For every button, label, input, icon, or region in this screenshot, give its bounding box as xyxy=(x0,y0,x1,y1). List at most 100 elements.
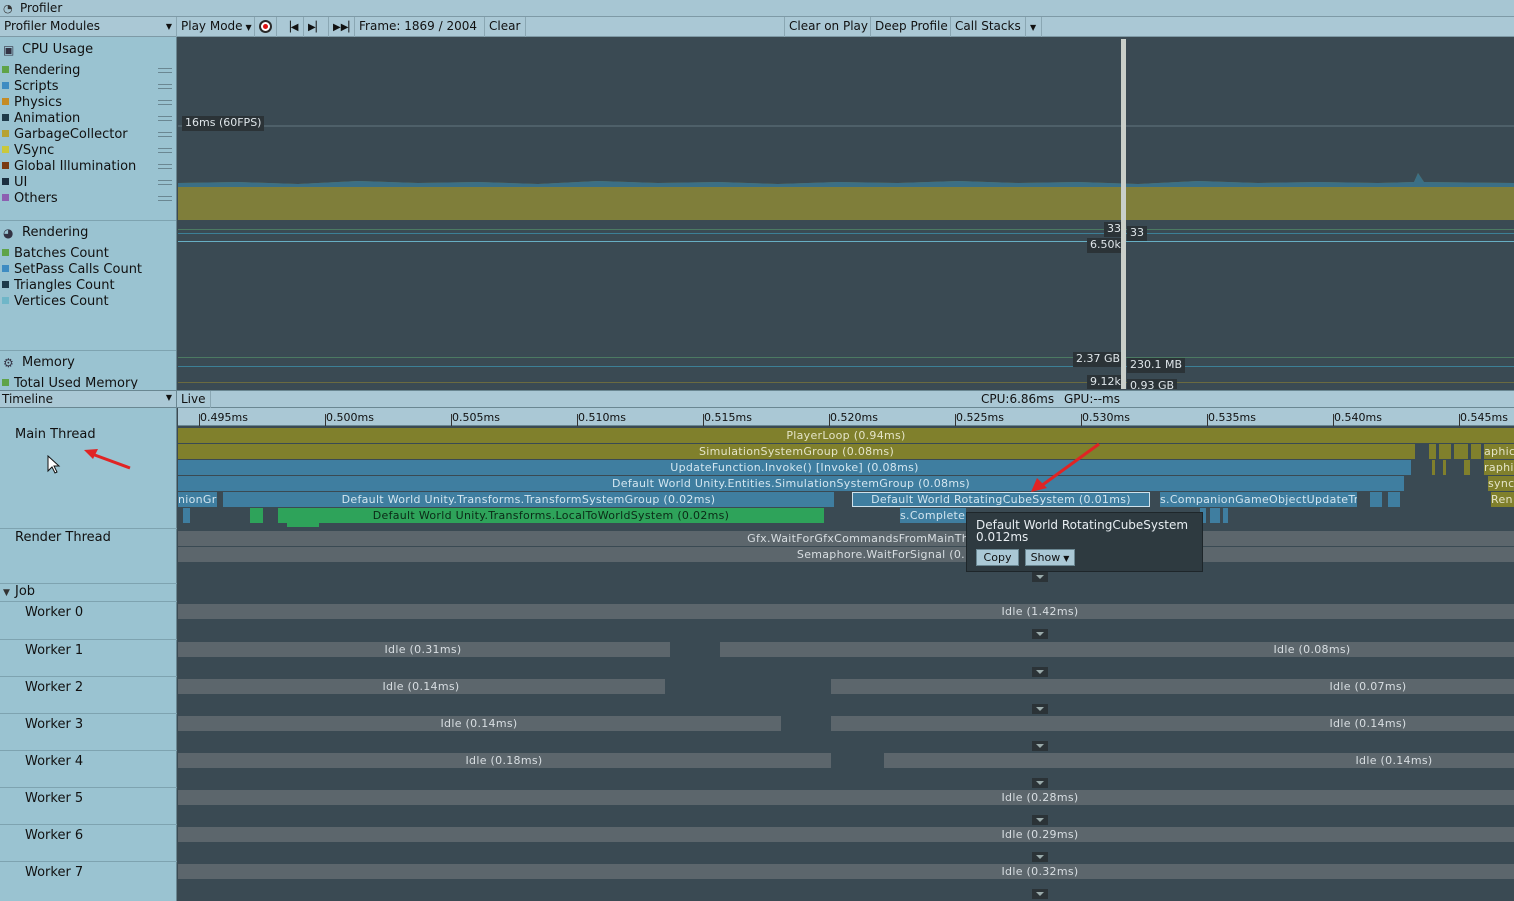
expand-row-icon[interactable] xyxy=(1032,667,1048,677)
previous-frame-button[interactable]: ▕◀ xyxy=(279,17,304,37)
bar-gfx-wait-commands[interactable]: Gfx.WaitForGfxCommandsFromMainTh xyxy=(178,531,1514,546)
bar-small[interactable] xyxy=(1464,460,1470,475)
legend-cpu-ui[interactable]: UI xyxy=(2,175,27,191)
worker-label[interactable]: Worker 6 xyxy=(25,828,83,843)
bar-small[interactable] xyxy=(1432,460,1435,475)
expand-row-icon[interactable] xyxy=(1032,778,1048,788)
live-toggle[interactable]: Live xyxy=(178,391,211,408)
worker-label[interactable]: Worker 0 xyxy=(25,605,83,620)
legend-rendering-setpass-calls-count[interactable]: SetPass Calls Count xyxy=(2,262,142,278)
rendering-title[interactable]: Rendering xyxy=(22,225,88,240)
expand-row-icon[interactable] xyxy=(1032,852,1048,862)
bar-idle[interactable] xyxy=(178,604,1514,619)
call-stacks-toggle[interactable]: Call Stacks xyxy=(951,17,1026,37)
show-dropdown[interactable]: Show ▼ xyxy=(1025,549,1075,566)
bar-render[interactable]: Ren xyxy=(1491,492,1514,507)
reorder-handle-icon[interactable] xyxy=(158,116,172,121)
bar-companion-gameobject-update[interactable]: s.CompanionGameObjectUpdateTr xyxy=(1160,492,1357,507)
view-mode-dropdown[interactable]: Timeline ▼ xyxy=(0,391,177,408)
main-thread-label[interactable]: Main Thread xyxy=(15,427,96,442)
reorder-handle-icon[interactable] xyxy=(158,84,172,89)
expand-row-icon[interactable] xyxy=(1032,572,1048,582)
legend-cpu-garbagecollector[interactable]: GarbageCollector xyxy=(2,127,128,143)
bar-small[interactable] xyxy=(1471,444,1481,459)
expand-row-icon[interactable] xyxy=(1032,629,1048,639)
legend-cpu-physics[interactable]: Physics xyxy=(2,95,62,111)
legend-cpu-animation[interactable]: Animation xyxy=(2,111,80,127)
reorder-handle-icon[interactable] xyxy=(158,196,172,201)
bar-semaphore-wait[interactable]: Semaphore.WaitForSignal (0.: xyxy=(178,547,1514,562)
worker-label[interactable]: Worker 5 xyxy=(25,791,83,806)
legend-rendering-batches-count[interactable]: Batches Count xyxy=(2,246,109,262)
worker-label[interactable]: Worker 1 xyxy=(25,643,83,658)
bar-small[interactable] xyxy=(1429,444,1436,459)
render-thread-label[interactable]: Render Thread xyxy=(15,530,111,545)
bar-small[interactable] xyxy=(1388,492,1400,507)
bar-small[interactable] xyxy=(1454,444,1468,459)
bar-idle[interactable] xyxy=(178,827,1514,842)
bar-complete[interactable]: s.Complete xyxy=(900,508,966,523)
expand-row-icon[interactable] xyxy=(1032,815,1048,825)
legend-total-used-memory[interactable]: Total Used Memory xyxy=(2,376,138,389)
copy-button[interactable]: Copy xyxy=(976,549,1019,566)
reorder-handle-icon[interactable] xyxy=(158,164,172,169)
job-group-label[interactable]: Job xyxy=(15,584,35,599)
reorder-handle-icon[interactable] xyxy=(158,68,172,73)
worker-label[interactable]: Worker 2 xyxy=(25,680,83,695)
legend-cpu-scripts[interactable]: Scripts xyxy=(2,79,58,95)
bar-player-loop[interactable]: PlayerLoop (0.94ms) xyxy=(178,428,1514,443)
expand-triangle-icon[interactable]: ▼ xyxy=(3,588,10,598)
next-frame-button[interactable]: ▶▏ xyxy=(304,17,329,37)
memory-title[interactable]: Memory xyxy=(22,355,75,370)
clear-button[interactable]: Clear xyxy=(485,17,526,37)
worker-label[interactable]: Worker 3 xyxy=(25,717,83,732)
reorder-handle-icon[interactable] xyxy=(158,132,172,137)
reorder-handle-icon[interactable] xyxy=(158,100,172,105)
bar-entities-simulation-group[interactable]: Default World Unity.Entities.SimulationS… xyxy=(178,476,1404,491)
clear-on-play-toggle[interactable]: Clear on Play xyxy=(784,17,871,37)
legend-cpu-rendering[interactable]: Rendering xyxy=(2,63,80,79)
bar-sync[interactable]: sync xyxy=(1488,476,1514,491)
legend-rendering-vertices-count[interactable]: Vertices Count xyxy=(2,294,109,310)
reorder-handle-icon[interactable] xyxy=(158,180,172,185)
bar-small-green[interactable] xyxy=(287,523,319,527)
legend-cpu-vsync[interactable]: VSync xyxy=(2,143,54,159)
profiler-modules-dropdown[interactable]: Profiler Modules ▼ xyxy=(0,17,177,37)
record-button[interactable] xyxy=(255,17,277,37)
bar-idle[interactable] xyxy=(178,864,1514,879)
legend-cpu-others[interactable]: Others xyxy=(2,191,58,207)
bar-idle[interactable] xyxy=(178,790,1514,805)
bar-rotating-cube-system[interactable]: Default World RotatingCubeSystem (0.01ms… xyxy=(852,492,1150,507)
worker-label[interactable]: Worker 7 xyxy=(25,865,83,880)
bar-small[interactable] xyxy=(183,508,190,523)
bar-small[interactable] xyxy=(1443,460,1446,475)
reorder-handle-icon[interactable] xyxy=(158,148,172,153)
current-frame-button[interactable]: ▶▶▏ xyxy=(329,17,356,37)
legend-cpu-global-illumination[interactable]: Global Illumination xyxy=(2,159,136,175)
play-mode-dropdown[interactable]: Play Mode ▼ xyxy=(177,17,255,37)
call-stacks-dropdown[interactable]: ▼ xyxy=(1026,17,1042,37)
bar-simulation-system-group[interactable]: SimulationSystemGroup (0.08ms) xyxy=(178,444,1415,459)
bar-local-to-world-system[interactable]: Default World Unity.Transforms.LocalToWo… xyxy=(278,508,824,523)
bar-small[interactable] xyxy=(1439,444,1451,459)
timeline-ruler[interactable]: 0.495ms 0.500ms 0.505ms 0.510ms 0.515ms 0.520… xyxy=(178,408,1514,426)
bar-small[interactable] xyxy=(1370,492,1382,507)
bar-transform-system-group[interactable]: Default World Unity.Transforms.Transform… xyxy=(223,492,834,507)
expand-row-icon[interactable] xyxy=(1032,889,1048,899)
expand-row-icon[interactable] xyxy=(1032,704,1048,714)
deep-profile-toggle[interactable]: Deep Profile xyxy=(871,17,951,37)
cpu-usage-title[interactable]: CPU Usage xyxy=(22,42,93,57)
bar-idle[interactable] xyxy=(720,642,1514,657)
legend-rendering-triangles-count[interactable]: Triangles Count xyxy=(2,278,115,294)
bar-small[interactable] xyxy=(1210,508,1220,523)
cpu-usage-chart[interactable] xyxy=(178,38,1514,220)
bar-small-green[interactable] xyxy=(250,508,263,523)
bar-graphics-2[interactable]: raphi xyxy=(1484,460,1514,475)
bar-small[interactable] xyxy=(1223,508,1228,523)
bar-companion-union[interactable]: nionGr xyxy=(178,492,217,507)
worker-label[interactable]: Worker 4 xyxy=(25,754,83,769)
frame-selection-cursor[interactable] xyxy=(1121,39,1126,389)
bar-update-function-invoke[interactable]: UpdateFunction.Invoke() [Invoke] (0.08ms… xyxy=(178,460,1411,475)
expand-row-icon[interactable] xyxy=(1032,741,1048,751)
bar-graphics[interactable]: aphic xyxy=(1484,444,1514,459)
